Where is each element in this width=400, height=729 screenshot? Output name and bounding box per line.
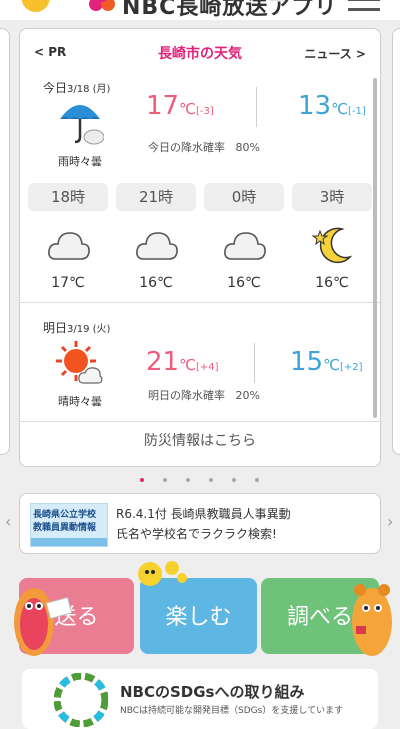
banner-headline: R6.4.1付 長崎県教職員人事異動 [116,507,291,521]
card-scrollbar[interactable] [373,78,377,418]
weather-card: < PR 長崎市の天気 ニュース > 今日3/18 (月) 雨時々曇 17℃[-… [19,28,381,467]
today-label: 今日3/18 (月) [43,81,111,95]
today-high-temp: 17℃[-3] [146,91,214,121]
disaster-info-link[interactable]: 防災情報はこちら [20,430,380,450]
cloud-icon [224,232,266,260]
today-low-temp: 13℃[-1] [298,91,366,121]
mascot-orange-icon [352,584,392,656]
banner-thumbnail: 長崎県公立学校 教職員異動情報 [30,503,108,547]
nbc-logo-icon [89,0,115,11]
app-logo-text: NBC長崎放送アプリ [122,0,338,20]
page-dot[interactable] [255,478,259,482]
divider [256,87,257,127]
banner-thumb-stripe [31,538,107,546]
tomorrow-label: 明日3/19 (火) [43,321,111,335]
tomorrow-rain-chance: 明日の降水確率 20% [148,389,260,402]
nav-next-news[interactable]: ニュース > [304,45,366,62]
hour-temp-3: 16℃ [315,275,349,291]
umbrella-rain-icon [60,105,104,145]
hour-pill-21: 21時 [116,183,196,211]
tomorrow-low-temp: 15℃[+2] [290,347,363,377]
app-header: NBC長崎放送アプリ [0,0,400,20]
banner-next-arrow-icon[interactable]: › [387,512,393,531]
hour-temp-18: 17℃ [51,275,85,291]
hour-temp-0: 16℃ [227,275,261,291]
cloud-icon [136,232,178,260]
banner-subline: 氏名や学校名でラクラク検索! [116,527,277,541]
tomorrow-condition: 晴時々曇 [58,395,102,408]
mascot-bird-icon [18,0,54,17]
today-rain-chance: 今日の降水確率 80% [148,141,260,154]
hour-pill-0: 0時 [204,183,284,211]
today-condition: 雨時々曇 [58,155,102,168]
page-dot[interactable] [186,478,190,482]
sdgs-wheel-icon [54,673,108,727]
sun-cloud-icon [56,341,103,384]
page-dot[interactable] [232,478,236,482]
news-banner[interactable]: 長崎県公立学校 教職員異動情報 R6.4.1付 長崎県教職員人事異動 氏名や学校… [19,493,381,554]
sdgs-title: NBCのSDGsへの取り組み [120,683,305,701]
hour-temp-21: 16℃ [139,275,173,291]
page-dot[interactable] [163,478,167,482]
banner-thumb-line2: 教職員異動情報 [33,523,97,533]
divider [20,302,380,303]
mascot-yellow-icon [138,561,187,586]
mascot-pink-icon [14,588,72,656]
banner-prev-arrow-icon[interactable]: ‹ [5,512,11,531]
hour-pill-18: 18時 [28,183,108,211]
hamburger-menu-icon[interactable] [348,0,380,20]
moon-icon [312,227,353,264]
page-dot-active[interactable] [140,478,144,482]
divider [254,343,255,383]
page-dot[interactable] [209,478,213,482]
cloud-icon [48,232,90,260]
hour-pill-3: 3時 [292,183,372,211]
tomorrow-high-temp: 21℃[+4] [146,347,219,377]
carousel-prev-card[interactable] [0,28,10,455]
divider [20,421,380,422]
banner-thumb-line1: 長崎県公立学校 [33,510,97,520]
carousel-next-card[interactable] [392,28,400,455]
sdgs-section[interactable]: NBCのSDGsへの取り組み NBCは持続可能な開発目標（SDGs）を支援してい… [22,669,378,729]
sdgs-subtitle: NBCは持続可能な開発目標（SDGs）を支援しています [120,706,344,716]
